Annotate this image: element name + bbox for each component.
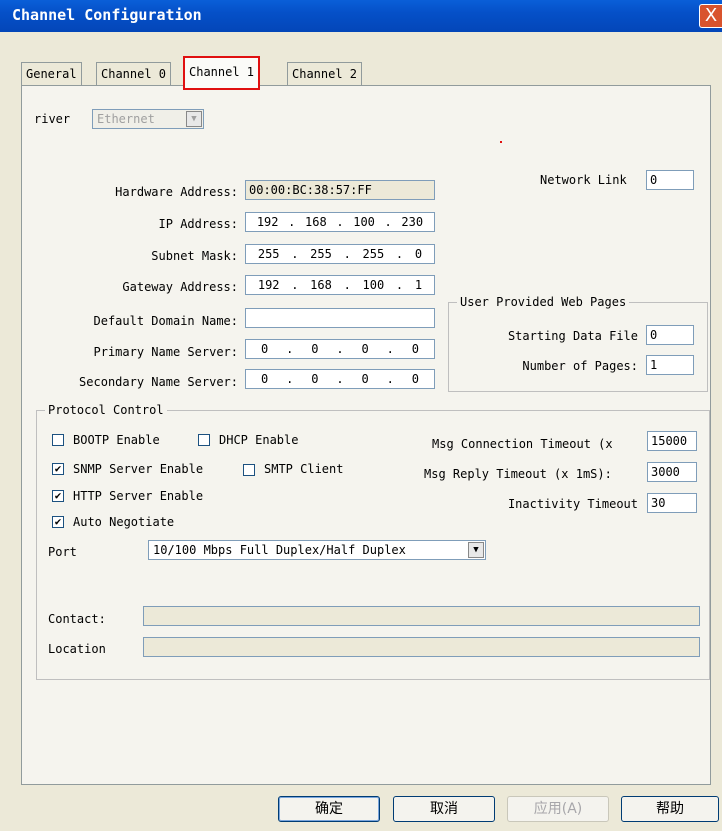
subnet-mask-label: Subnet Mask: xyxy=(151,249,238,263)
snmp-label: SNMP Server Enable xyxy=(73,462,204,476)
check-icon: ✔ xyxy=(54,462,62,475)
bootp-label: BOOTP Enable xyxy=(73,433,160,447)
gateway-address-input[interactable]: 192. 168. 100. 1 xyxy=(245,275,435,295)
network-link-label: Network Link xyxy=(540,173,627,187)
subnet-octet-1: 255 xyxy=(257,247,280,261)
ip-octet-1: 192 xyxy=(256,215,279,229)
web-pages-group: User Provided Web Pages xyxy=(448,295,708,392)
location-input[interactable] xyxy=(143,637,700,657)
msg-reply-timeout-input[interactable]: 3000 xyxy=(647,462,697,482)
primary-dns-octet-1: 0 xyxy=(260,342,269,356)
gateway-octet-3: 100 xyxy=(362,278,385,292)
snmp-checkbox[interactable]: ✔ xyxy=(52,463,64,475)
location-label: Location xyxy=(48,642,106,656)
secondary-name-server-label: Secondary Name Server: xyxy=(79,375,238,389)
close-icon: X xyxy=(704,5,718,26)
secondary-dns-octet-3: 0 xyxy=(361,372,369,386)
tab-channel-2[interactable]: Channel 2 xyxy=(287,62,363,85)
ip-address-input[interactable]: 192. 168. 100. 230 xyxy=(245,212,435,232)
msg-reply-timeout-label: Msg Reply Timeout (x 1mS): xyxy=(424,467,612,481)
starting-data-file-input[interactable]: 0 xyxy=(646,325,694,345)
subnet-octet-3: 255 xyxy=(362,247,385,261)
check-icon: ✔ xyxy=(54,489,62,502)
primary-name-server-input[interactable]: 0. 0. 0. 0 xyxy=(245,339,435,359)
secondary-dns-octet-1: 0 xyxy=(260,372,269,386)
bootp-checkbox[interactable] xyxy=(52,434,64,446)
secondary-dns-octet-2: 0 xyxy=(311,372,319,386)
subnet-octet-4: 0 xyxy=(414,247,423,261)
http-label: HTTP Server Enable xyxy=(73,489,204,503)
auto-negotiate-checkbox[interactable]: ✔ xyxy=(52,516,64,528)
check-icon: ✔ xyxy=(54,515,62,528)
contact-input[interactable] xyxy=(143,606,700,626)
smtp-label: SMTP Client xyxy=(264,462,344,476)
driver-select[interactable]: Ethernet ▼ xyxy=(92,109,204,129)
secondary-name-server-input[interactable]: 0. 0. 0. 0 xyxy=(245,369,435,389)
auto-negotiate-label: Auto Negotiate xyxy=(73,515,175,529)
hardware-address-field: 00:00:BC:38:57:FF xyxy=(245,180,435,200)
protocol-control-title: Protocol Control xyxy=(45,403,167,417)
tab-channel-1[interactable]: Channel 1 xyxy=(183,56,261,90)
subnet-mask-input[interactable]: 255. 255. 255. 0 xyxy=(245,244,435,264)
domain-name-label: Default Domain Name: xyxy=(93,314,239,328)
ip-address-label: IP Address: xyxy=(158,217,238,231)
cancel-button[interactable]: 取消 xyxy=(393,796,495,822)
dhcp-label: DHCP Enable xyxy=(219,433,299,447)
port-label: Port xyxy=(48,545,77,559)
web-pages-group-title: User Provided Web Pages xyxy=(457,295,630,309)
dhcp-checkbox[interactable] xyxy=(198,434,210,446)
gateway-address-label: Gateway Address: xyxy=(122,280,238,294)
ip-octet-3: 100 xyxy=(353,215,375,229)
primary-name-server-label: Primary Name Server: xyxy=(93,345,239,359)
smtp-checkbox[interactable] xyxy=(243,464,255,476)
ok-button[interactable]: 确定 xyxy=(278,796,380,822)
chevron-down-icon: ▼ xyxy=(468,542,484,558)
window-title: Channel Configuration xyxy=(12,6,202,24)
domain-name-input[interactable] xyxy=(245,308,435,328)
ip-octet-4: 230 xyxy=(401,215,424,229)
title-bar[interactable]: Channel Configuration X xyxy=(0,0,722,32)
number-of-pages-input[interactable]: 1 xyxy=(646,355,694,375)
primary-dns-octet-3: 0 xyxy=(361,342,369,356)
gateway-octet-1: 192 xyxy=(257,278,280,292)
driver-value: Ethernet xyxy=(97,112,155,126)
contact-label: Contact: xyxy=(48,612,106,626)
tab-channel-0[interactable]: Channel 0 xyxy=(96,62,172,85)
number-of-pages-label: Number of Pages: xyxy=(522,359,638,373)
msg-connection-timeout-label: Msg Connection Timeout (x xyxy=(432,437,613,451)
driver-label: river xyxy=(34,112,71,126)
chevron-down-icon: ▼ xyxy=(186,111,202,127)
tab-general[interactable]: General xyxy=(21,62,82,85)
starting-data-file-label: Starting Data File xyxy=(507,329,638,343)
inactivity-timeout-label: Inactivity Timeout xyxy=(507,497,638,511)
primary-dns-octet-2: 0 xyxy=(311,342,319,356)
help-button[interactable]: 帮助 xyxy=(621,796,719,822)
subnet-octet-2: 255 xyxy=(310,247,332,261)
gateway-octet-4: 1 xyxy=(414,278,423,292)
ip-octet-2: 168 xyxy=(305,215,327,229)
port-value: 10/100 Mbps Full Duplex/Half Duplex xyxy=(153,543,406,557)
dialog-window: Channel Configuration X General Channel … xyxy=(0,0,722,831)
gateway-octet-2: 168 xyxy=(310,278,332,292)
inactivity-timeout-input[interactable]: 30 xyxy=(647,493,697,513)
hardware-address-label: Hardware Address: xyxy=(115,185,238,199)
secondary-dns-octet-4: 0 xyxy=(411,372,420,386)
msg-connection-timeout-input[interactable]: 15000 xyxy=(647,431,697,451)
port-select[interactable]: 10/100 Mbps Full Duplex/Half Duplex ▼ xyxy=(148,540,486,560)
primary-dns-octet-4: 0 xyxy=(411,342,420,356)
apply-button[interactable]: 应用(A) xyxy=(507,796,609,822)
http-checkbox[interactable]: ✔ xyxy=(52,490,64,502)
red-dot-marker xyxy=(500,141,502,143)
close-button[interactable]: X xyxy=(699,4,722,28)
network-link-input[interactable]: 0 xyxy=(646,170,694,190)
